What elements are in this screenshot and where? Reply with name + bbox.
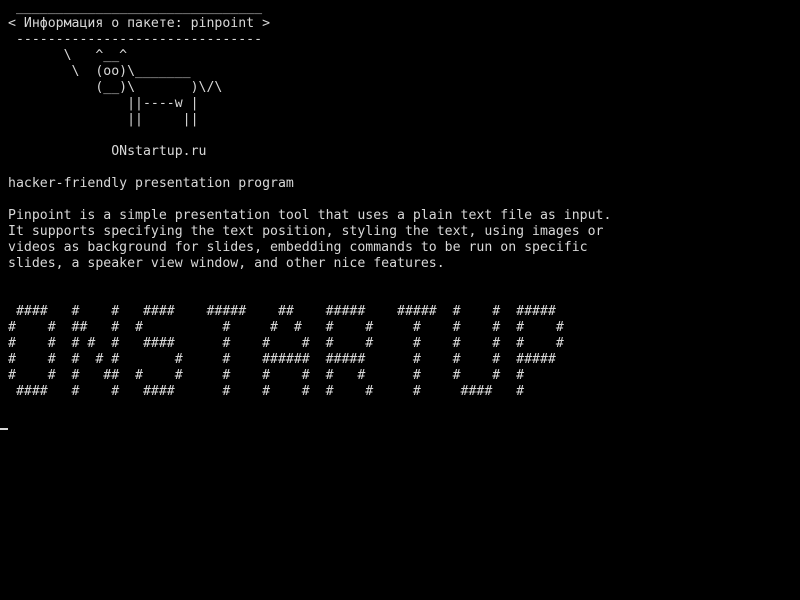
- banner-line: # # # # # #### # # # # # # # # # #: [8, 336, 564, 351]
- terminal-line: ONstartup.ru: [8, 144, 207, 159]
- banner-line: # # # # # # # ###### ##### # # # #####: [8, 352, 556, 367]
- terminal-screen[interactable]: _______________________________ < Информ…: [0, 0, 800, 600]
- terminal-line: slides, a speaker view window, and other…: [8, 256, 445, 271]
- terminal-line: Pinpoint is a simple presentation tool t…: [8, 208, 612, 223]
- terminal-line: hacker-friendly presentation program: [8, 176, 294, 191]
- terminal-line: It supports specifying the text position…: [8, 224, 604, 239]
- banner-line: #### # # #### # # # # # # #### #: [8, 384, 525, 399]
- banner-line: #### # # #### ##### ## ##### ##### # # #…: [8, 304, 556, 319]
- terminal-line: -------------------------------: [8, 32, 263, 47]
- terminal-line: ||----w |: [8, 96, 199, 111]
- terminal-line: || ||: [8, 112, 199, 127]
- terminal-line: videos as background for slides, embeddi…: [8, 240, 588, 255]
- terminal-line: \ (oo)\_______: [8, 64, 191, 79]
- banner-line: # # ## # # # # # # # # # # # #: [8, 320, 564, 335]
- banner-line: # # # ## # # # # # # # # # # #: [8, 368, 525, 383]
- text-cursor: [0, 428, 8, 430]
- terminal-line: < Информация о пакете: pinpoint >: [8, 16, 271, 31]
- terminal-line: \ ^__^: [8, 48, 128, 63]
- terminal-line: _______________________________: [8, 0, 263, 15]
- terminal-line: (__)\ )\/\: [8, 80, 223, 95]
